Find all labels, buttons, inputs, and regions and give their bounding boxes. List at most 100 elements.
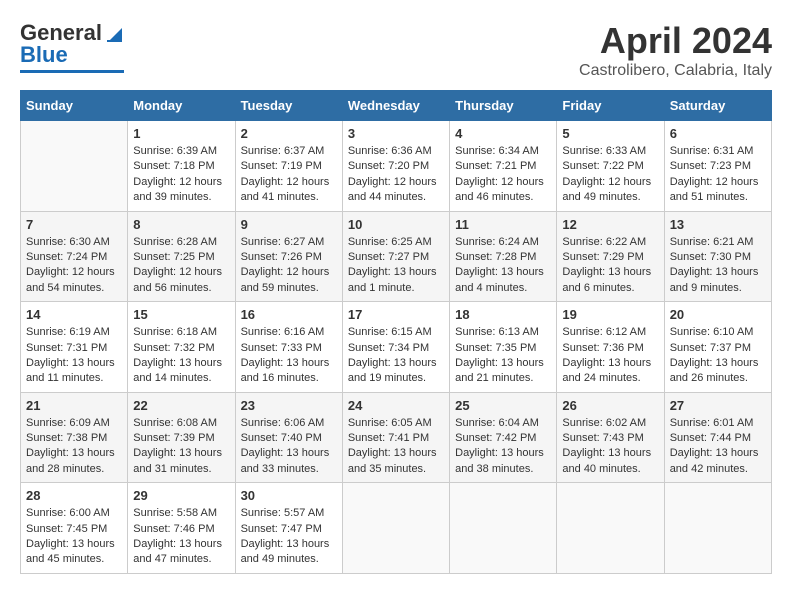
calendar-cell: 3 Sunrise: 6:36 AMSunset: 7:20 PMDaylight…: [342, 121, 449, 212]
day-info: Sunrise: 6:18 AMSunset: 7:32 PMDaylight:…: [133, 325, 229, 387]
day-header-wednesday: Wednesday: [342, 91, 449, 121]
calendar-week-3: 14 Sunrise: 6:19 AMSunset: 7:31 PMDayligh…: [21, 302, 772, 393]
day-info: Sunrise: 6:12 AMSunset: 7:36 PMDaylight:…: [562, 325, 658, 387]
calendar-cell: 1 Sunrise: 6:39 AMSunset: 7:18 PMDaylight…: [128, 121, 235, 212]
day-info: Sunrise: 6:36 AMSunset: 7:20 PMDaylight:…: [348, 144, 444, 206]
day-number: 29: [133, 488, 229, 503]
calendar-cell: [342, 483, 449, 574]
day-number: 1: [133, 126, 229, 141]
calendar-cell: 8 Sunrise: 6:28 AMSunset: 7:25 PMDaylight…: [128, 211, 235, 302]
day-info: Sunrise: 5:57 AMSunset: 7:47 PMDaylight:…: [241, 506, 337, 568]
day-number: 11: [455, 217, 551, 232]
day-number: 18: [455, 307, 551, 322]
day-info: Sunrise: 6:25 AMSunset: 7:27 PMDaylight:…: [348, 235, 444, 297]
day-number: 12: [562, 217, 658, 232]
day-info: Sunrise: 6:00 AMSunset: 7:45 PMDaylight:…: [26, 506, 122, 568]
calendar-cell: 6 Sunrise: 6:31 AMSunset: 7:23 PMDaylight…: [664, 121, 771, 212]
calendar-cell: 26 Sunrise: 6:02 AMSunset: 7:43 PMDayligh…: [557, 392, 664, 483]
calendar-cell: 11 Sunrise: 6:24 AMSunset: 7:28 PMDayligh…: [450, 211, 557, 302]
day-number: 16: [241, 307, 337, 322]
day-number: 2: [241, 126, 337, 141]
logo-underline: [20, 70, 124, 73]
day-number: 26: [562, 398, 658, 413]
logo: General Blue: [20, 20, 124, 73]
day-number: 6: [670, 126, 766, 141]
day-number: 28: [26, 488, 122, 503]
day-info: Sunrise: 6:33 AMSunset: 7:22 PMDaylight:…: [562, 144, 658, 206]
day-number: 30: [241, 488, 337, 503]
day-header-thursday: Thursday: [450, 91, 557, 121]
calendar-cell: 9Sunrise: 6:27 AMSunset: 7:26 PMDaylight…: [235, 211, 342, 302]
day-info: Sunrise: 6:10 AMSunset: 7:37 PMDaylight:…: [670, 325, 766, 387]
day-info: Sunrise: 6:34 AMSunset: 7:21 PMDaylight:…: [455, 144, 551, 206]
calendar-cell: 5 Sunrise: 6:33 AMSunset: 7:22 PMDaylight…: [557, 121, 664, 212]
day-info: Sunrise: 6:06 AMSunset: 7:40 PMDaylight:…: [241, 416, 337, 478]
day-info: Sunrise: 6:19 AMSunset: 7:31 PMDaylight:…: [26, 325, 122, 387]
day-info: Sunrise: 6:31 AMSunset: 7:23 PMDaylight:…: [670, 144, 766, 206]
page-title: April 2024: [579, 20, 772, 62]
day-number: 9: [241, 217, 337, 232]
day-info: Sunrise: 6:13 AMSunset: 7:35 PMDaylight:…: [455, 325, 551, 387]
calendar-cell: 13 Sunrise: 6:21 AMSunset: 7:30 PMDayligh…: [664, 211, 771, 302]
day-number: 4: [455, 126, 551, 141]
day-info: Sunrise: 6:30 AMSunset: 7:24 PMDaylight:…: [26, 235, 122, 297]
calendar-cell: [450, 483, 557, 574]
day-info: Sunrise: 6:21 AMSunset: 7:30 PMDaylight:…: [670, 235, 766, 297]
calendar-cell: 21 Sunrise: 6:09 AMSunset: 7:38 PMDayligh…: [21, 392, 128, 483]
day-number: 23: [241, 398, 337, 413]
day-info: Sunrise: 6:24 AMSunset: 7:28 PMDaylight:…: [455, 235, 551, 297]
calendar-cell: 12 Sunrise: 6:22 AMSunset: 7:29 PMDayligh…: [557, 211, 664, 302]
page-subtitle: Castrolibero, Calabria, Italy: [579, 62, 772, 80]
day-header-monday: Monday: [128, 91, 235, 121]
day-info: Sunrise: 6:01 AMSunset: 7:44 PMDaylight:…: [670, 416, 766, 478]
day-info: Sunrise: 6:39 AMSunset: 7:18 PMDaylight:…: [133, 144, 229, 206]
calendar-cell: 27 Sunrise: 6:01 AMSunset: 7:44 PMDayligh…: [664, 392, 771, 483]
day-info: Sunrise: 6:04 AMSunset: 7:42 PMDaylight:…: [455, 416, 551, 478]
day-info: Sunrise: 5:58 AMSunset: 7:46 PMDaylight:…: [133, 506, 229, 568]
day-number: 17: [348, 307, 444, 322]
day-number: 13: [670, 217, 766, 232]
day-number: 27: [670, 398, 766, 413]
calendar-cell: 10Sunrise: 6:25 AMSunset: 7:27 PMDayligh…: [342, 211, 449, 302]
calendar-week-4: 21 Sunrise: 6:09 AMSunset: 7:38 PMDayligh…: [21, 392, 772, 483]
calendar-cell: 4 Sunrise: 6:34 AMSunset: 7:21 PMDaylight…: [450, 121, 557, 212]
day-number: 25: [455, 398, 551, 413]
day-header-friday: Friday: [557, 91, 664, 121]
calendar-week-2: 7 Sunrise: 6:30 AMSunset: 7:24 PMDaylight…: [21, 211, 772, 302]
calendar-cell: [21, 121, 128, 212]
calendar-cell: 22Sunrise: 6:08 AMSunset: 7:39 PMDayligh…: [128, 392, 235, 483]
logo-blue: Blue: [20, 42, 68, 68]
day-info: Sunrise: 6:37 AMSunset: 7:19 PMDaylight:…: [241, 144, 337, 206]
day-info: Sunrise: 6:09 AMSunset: 7:38 PMDaylight:…: [26, 416, 122, 478]
calendar-cell: 18 Sunrise: 6:13 AMSunset: 7:35 PMDayligh…: [450, 302, 557, 393]
day-number: 3: [348, 126, 444, 141]
calendar-cell: 7 Sunrise: 6:30 AMSunset: 7:24 PMDaylight…: [21, 211, 128, 302]
calendar-cell: 19 Sunrise: 6:12 AMSunset: 7:36 PMDayligh…: [557, 302, 664, 393]
calendar-cell: 16 Sunrise: 6:16 AMSunset: 7:33 PMDayligh…: [235, 302, 342, 393]
day-info: Sunrise: 6:28 AMSunset: 7:25 PMDaylight:…: [133, 235, 229, 297]
day-number: 8: [133, 217, 229, 232]
day-number: 19: [562, 307, 658, 322]
day-header-sunday: Sunday: [21, 91, 128, 121]
calendar-cell: 28 Sunrise: 6:00 AMSunset: 7:45 PMDayligh…: [21, 483, 128, 574]
day-number: 20: [670, 307, 766, 322]
day-number: 21: [26, 398, 122, 413]
calendar-cell: 23 Sunrise: 6:06 AMSunset: 7:40 PMDayligh…: [235, 392, 342, 483]
calendar-cell: 25 Sunrise: 6:04 AMSunset: 7:42 PMDayligh…: [450, 392, 557, 483]
calendar-week-1: 1 Sunrise: 6:39 AMSunset: 7:18 PMDaylight…: [21, 121, 772, 212]
day-number: 14: [26, 307, 122, 322]
day-number: 24: [348, 398, 444, 413]
day-number: 5: [562, 126, 658, 141]
day-number: 7: [26, 217, 122, 232]
day-number: 15: [133, 307, 229, 322]
day-info: Sunrise: 6:02 AMSunset: 7:43 PMDaylight:…: [562, 416, 658, 478]
calendar-table: SundayMondayTuesdayWednesdayThursdayFrid…: [20, 90, 772, 574]
calendar-cell: 17Sunrise: 6:15 AMSunset: 7:34 PMDayligh…: [342, 302, 449, 393]
title-block: April 2024 Castrolibero, Calabria, Italy: [579, 20, 772, 80]
calendar-cell: [664, 483, 771, 574]
day-info: Sunrise: 6:16 AMSunset: 7:33 PMDaylight:…: [241, 325, 337, 387]
day-header-saturday: Saturday: [664, 91, 771, 121]
logo-triangle-icon: [104, 23, 124, 43]
day-info: Sunrise: 6:22 AMSunset: 7:29 PMDaylight:…: [562, 235, 658, 297]
calendar-cell: [557, 483, 664, 574]
